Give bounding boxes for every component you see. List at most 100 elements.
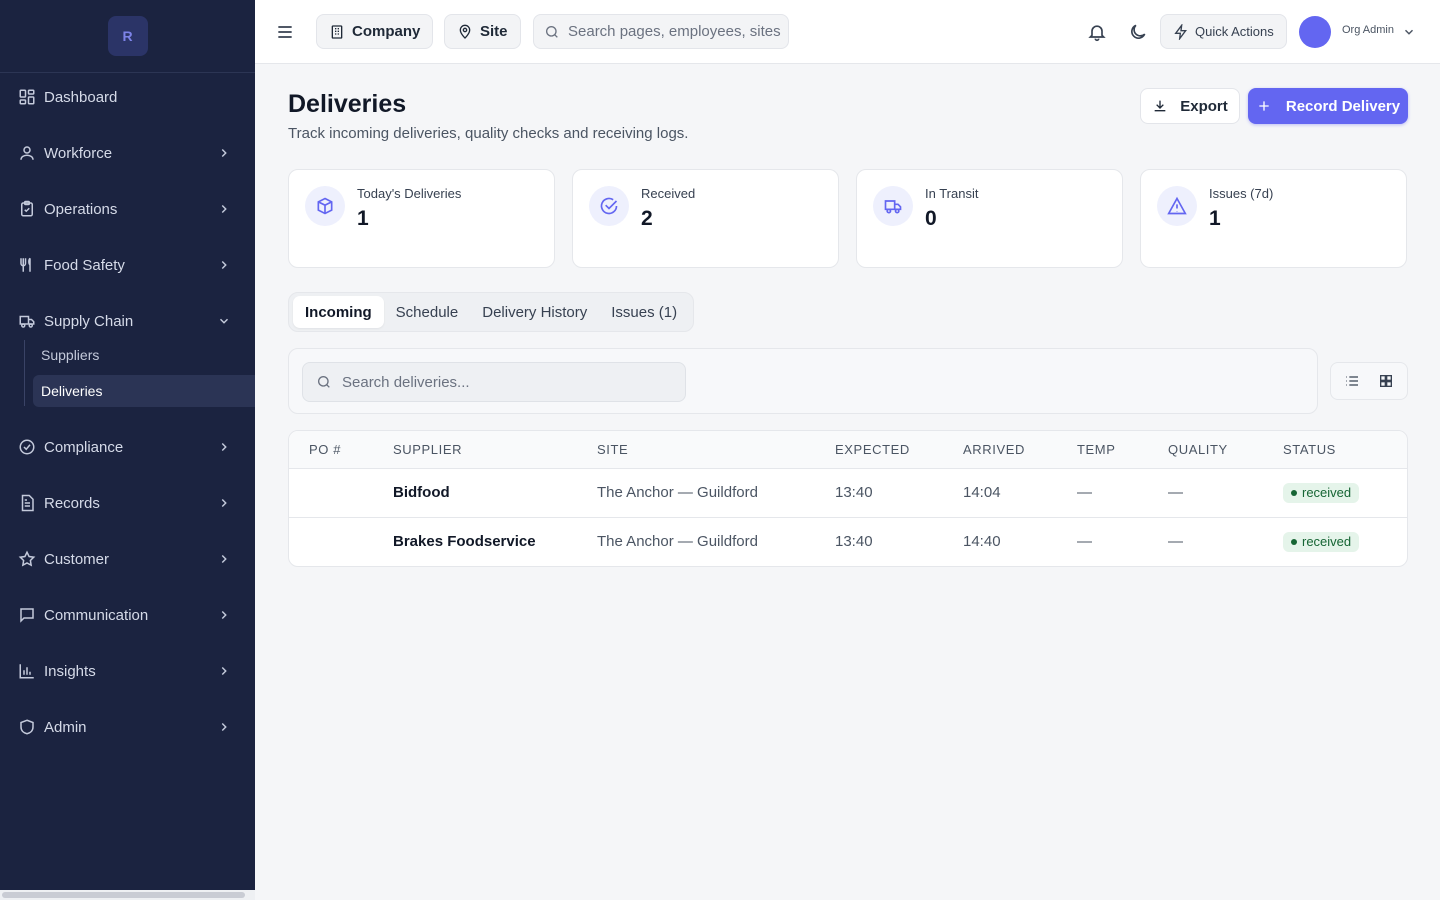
col-header-arrived[interactable]: ARRIVED <box>963 431 1077 469</box>
sidebar-item-customer[interactable]: Customer <box>0 539 255 579</box>
status-text: received <box>1302 534 1352 550</box>
sidebar-item-admin[interactable]: Admin <box>0 707 255 747</box>
delivery-search[interactable] <box>302 362 686 402</box>
cell-supplier: Bidfood <box>393 468 597 518</box>
global-search[interactable] <box>533 14 789 49</box>
tab-issues[interactable]: Issues (1) <box>599 296 689 328</box>
stat-card-in-transit: In Transit 0 <box>856 169 1123 268</box>
sidebar-item-compliance[interactable]: Compliance <box>0 427 255 467</box>
company-selector[interactable]: Company <box>316 14 434 49</box>
bell-icon[interactable] <box>1087 22 1107 42</box>
table-row[interactable]: Bidfood The Anchor — Guildford 13:40 14:… <box>289 468 1407 518</box>
col-header-supplier[interactable]: SUPPLIER <box>393 431 597 469</box>
sidebar-item-communication[interactable]: Communication <box>0 595 255 635</box>
check-circle-icon <box>19 439 35 455</box>
sidebar-subitem-suppliers[interactable]: Suppliers <box>33 339 255 371</box>
stat-card-received: Received 2 <box>572 169 839 268</box>
plus-icon <box>1259 101 1269 111</box>
global-search-input[interactable] <box>568 23 783 40</box>
stat-icon-circle <box>589 186 629 226</box>
cell-status: received <box>1283 517 1407 566</box>
col-header-site[interactable]: SITE <box>597 431 835 469</box>
stat-label: Today's Deliveries <box>357 186 462 201</box>
sidebar-item-workforce[interactable]: Workforce <box>0 133 255 173</box>
quick-actions-label: Quick Actions <box>1195 24 1274 39</box>
sidebar-item-label: Compliance <box>44 438 124 456</box>
stat-value: 1 <box>357 207 369 230</box>
map-pin-icon <box>459 24 471 39</box>
col-header-quality[interactable]: QUALITY <box>1168 431 1283 469</box>
sidebar-item-label: Customer <box>44 550 110 568</box>
stat-value: 0 <box>925 207 937 230</box>
tab-incoming[interactable]: Incoming <box>293 296 384 328</box>
tab-delivery-history[interactable]: Delivery History <box>470 296 599 328</box>
user-role-label: Org Admin <box>1342 24 1394 36</box>
delivery-search-input[interactable] <box>342 373 662 391</box>
stat-icon-circle <box>873 186 913 226</box>
status-badge: received <box>1283 482 1360 503</box>
col-header-po[interactable]: PO # <box>289 431 393 469</box>
app-logo[interactable]: R <box>107 16 148 56</box>
sidebar-item-insights[interactable]: Insights <box>0 651 255 691</box>
sidebar-item-label: Supply Chain <box>44 312 134 330</box>
sidebar-item-supply-chain[interactable]: Supply Chain <box>0 301 255 341</box>
sidebar-item-label: Operations <box>44 200 118 218</box>
chevron-down-icon[interactable] <box>1402 25 1416 39</box>
list-icon <box>1346 376 1358 386</box>
quick-actions-button[interactable]: Quick Actions <box>1160 14 1287 49</box>
tab-schedule[interactable]: Schedule <box>384 296 471 328</box>
moon-icon[interactable] <box>1128 22 1148 42</box>
export-label: Export <box>1180 97 1228 115</box>
sidebar-item-label: Dashboard <box>44 88 118 106</box>
stat-card-todays-deliveries: Today's Deliveries 1 <box>288 169 555 268</box>
stat-label: In Transit <box>925 186 979 201</box>
users-icon <box>20 146 34 160</box>
search-icon <box>546 25 558 38</box>
sidebar-subitem-deliveries[interactable]: Deliveries <box>33 375 255 407</box>
page-subtitle: Track incoming deliveries, quality check… <box>288 125 689 142</box>
warning-icon <box>1167 196 1187 215</box>
cell-expected: 13:40 <box>835 468 963 518</box>
chevron-down-icon <box>219 318 229 324</box>
download-icon <box>1154 100 1166 112</box>
cell-site: The Anchor — Guildford <box>597 468 835 518</box>
cell-quality: — <box>1168 533 1183 551</box>
truck-icon <box>884 200 902 214</box>
chevron-right-icon <box>221 722 227 732</box>
sidebar-item-dashboard[interactable]: Dashboard <box>0 77 255 117</box>
table-row[interactable]: Brakes Foodservice The Anchor — Guildfor… <box>289 517 1407 566</box>
col-header-temp[interactable]: TEMP <box>1077 431 1168 469</box>
status-dot <box>1291 489 1297 496</box>
package-icon <box>317 197 333 215</box>
avatar[interactable] <box>1299 16 1331 48</box>
site-selector[interactable]: Site <box>444 14 521 49</box>
site-label: Site <box>480 23 508 40</box>
sidebar-item-operations[interactable]: Operations <box>0 189 255 229</box>
delivery-tabs: Incoming Schedule Delivery History Issue… <box>288 292 695 332</box>
sidebar-item-records[interactable]: Records <box>0 483 255 523</box>
cell-expected: 13:40 <box>835 533 873 551</box>
export-button[interactable]: Export <box>1140 88 1240 124</box>
table-header-row: PO # SUPPLIER SITE EXPECTED ARRIVED TEMP… <box>289 431 1407 469</box>
col-header-expected[interactable]: EXPECTED <box>835 431 963 469</box>
col-header-status[interactable]: STATUS <box>1283 431 1407 469</box>
search-icon <box>318 376 330 388</box>
truck-icon <box>19 315 35 328</box>
shield-icon <box>20 719 34 735</box>
message-icon <box>20 608 34 623</box>
grid-view-button[interactable] <box>1371 367 1401 395</box>
topbar: Company Site Quick Actions Org Admin <box>255 0 1440 64</box>
sidebar-scrollbar[interactable] <box>2 892 245 898</box>
list-view-button[interactable] <box>1337 367 1367 395</box>
lightning-icon <box>1174 23 1187 40</box>
deliveries-table: PO # SUPPLIER SITE EXPECTED ARRIVED TEMP… <box>288 430 1408 567</box>
menu-icon[interactable] <box>275 22 295 42</box>
star-icon <box>18 550 36 567</box>
record-delivery-button[interactable]: Record Delivery <box>1248 88 1408 124</box>
cell-status: received <box>1283 468 1407 518</box>
cell-arrived: 14:04 <box>963 468 1077 518</box>
chevron-right-icon <box>221 498 227 508</box>
sidebar-item-food-safety[interactable]: Food Safety <box>0 245 255 285</box>
chevron-right-icon <box>221 666 227 676</box>
cell-site: The Anchor — Guildford <box>597 533 758 551</box>
